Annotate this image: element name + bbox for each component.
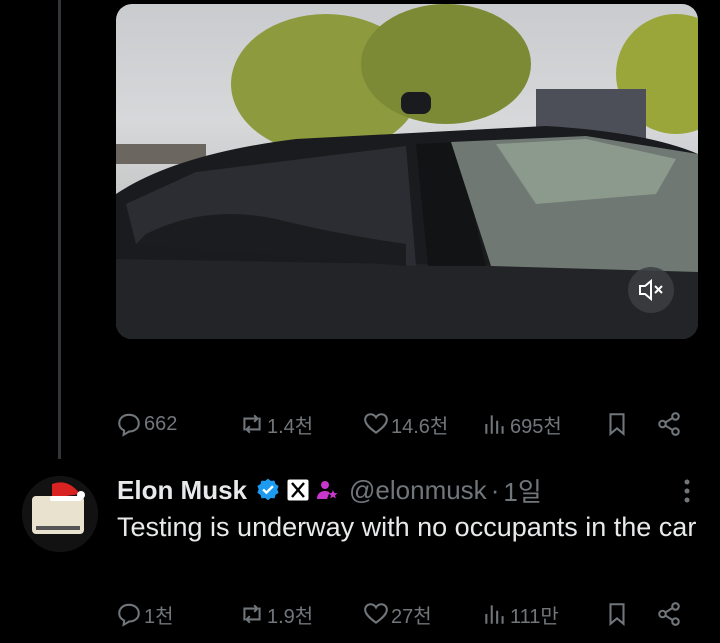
like-icon — [364, 603, 388, 624]
share-icon — [658, 602, 680, 626]
reply-count: 1천 — [144, 605, 174, 628]
avatar-image — [22, 476, 98, 552]
reply-icon — [118, 603, 140, 627]
reply-button[interactable]: 662 — [116, 404, 177, 444]
more-icon[interactable] — [682, 478, 692, 504]
views-button[interactable]: 111만 — [482, 594, 559, 634]
repost-button[interactable]: 1.9천 — [239, 594, 313, 634]
display-name[interactable]: Elon Musk — [117, 475, 247, 506]
verified-icon — [257, 478, 279, 501]
video-player[interactable] — [116, 4, 698, 339]
repost-icon — [243, 604, 261, 624]
views-icon — [485, 605, 504, 624]
tweet-text: Testing is underway with no occupants in… — [117, 512, 697, 542]
mute-icon — [639, 278, 663, 302]
reply-button[interactable]: 1천 — [116, 594, 174, 634]
views-count: 695천 — [510, 415, 562, 438]
affiliate-icon — [317, 481, 338, 499]
bookmark-button[interactable] — [604, 404, 630, 444]
bookmark-icon — [609, 413, 625, 436]
share-button[interactable] — [656, 594, 682, 634]
handle[interactable]: @elonmusk — [349, 475, 487, 506]
author-row: Elon Musk @elonmusk · 1일 — [117, 473, 542, 507]
repost-icon — [243, 414, 261, 434]
share-button[interactable] — [656, 404, 682, 444]
views-button[interactable]: 695천 — [482, 404, 562, 444]
bookmark-button[interactable] — [604, 594, 630, 634]
like-icon — [364, 413, 388, 434]
like-button[interactable]: 27천 — [363, 594, 432, 634]
thread-line — [58, 0, 61, 459]
repost-count: 1.4천 — [267, 415, 314, 438]
bookmark-icon — [609, 603, 625, 626]
separator-dot: · — [490, 474, 500, 505]
tweet-actions: 662 1.4천 14.6천 695천 — [116, 404, 706, 444]
video-frame — [116, 4, 698, 339]
share-icon — [658, 412, 680, 436]
repost-button[interactable]: 1.4천 — [239, 404, 313, 444]
avatar[interactable] — [22, 476, 98, 552]
x-badge-icon — [287, 479, 309, 501]
like-count: 14.6천 — [391, 415, 449, 438]
views-count: 111만 — [510, 605, 559, 628]
reply-icon — [118, 413, 140, 437]
repost-count: 1.9천 — [267, 605, 314, 628]
mute-button[interactable] — [628, 267, 674, 313]
views-icon — [485, 415, 504, 434]
like-count: 27천 — [391, 605, 432, 628]
like-button[interactable]: 14.6천 — [363, 404, 448, 444]
reply-count: 662 — [144, 412, 178, 435]
timestamp[interactable]: 1일 — [503, 472, 541, 509]
reply-actions: 1천 1.9천 27천 111만 — [116, 594, 706, 634]
